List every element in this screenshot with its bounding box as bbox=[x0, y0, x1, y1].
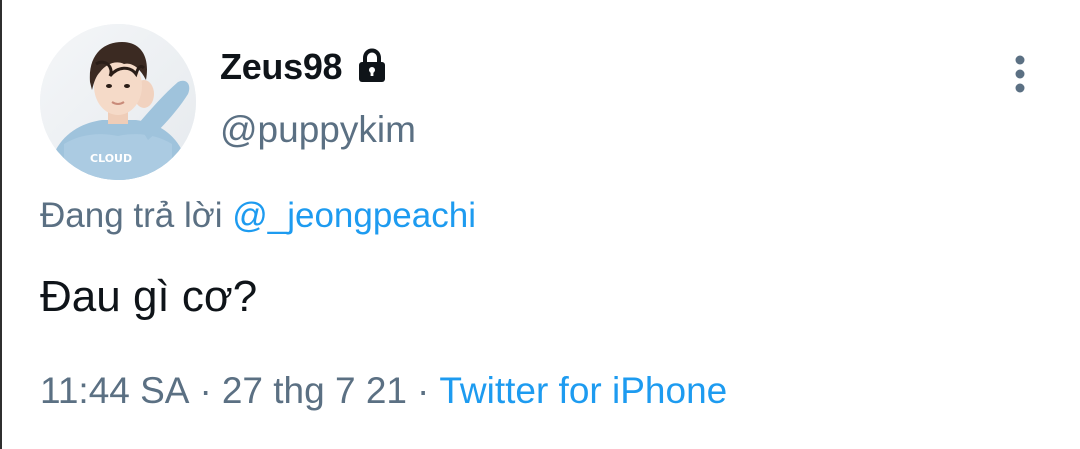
tweet-card: CLOUD Zeus98 @puppykim Đang trả lời @_je… bbox=[0, 0, 1080, 449]
replying-to-label: Đang trả lời bbox=[40, 196, 223, 235]
display-name: Zeus98 bbox=[220, 46, 343, 87]
tweet-text: Đau gì cơ? bbox=[40, 272, 258, 321]
reply-mention-link[interactable]: @_jeongpeachi bbox=[232, 196, 476, 235]
tweet-time[interactable]: 11:44 SA bbox=[40, 370, 189, 411]
meta-separator: · bbox=[416, 370, 430, 411]
svg-text:CLOUD: CLOUD bbox=[90, 152, 132, 165]
lock-icon bbox=[352, 45, 392, 85]
profile-photo-icon: CLOUD bbox=[40, 24, 196, 180]
avatar[interactable]: CLOUD bbox=[40, 24, 196, 180]
author-name-row[interactable]: Zeus98 bbox=[220, 42, 392, 92]
tweet-metadata: 11:44 SA · 27 thg 7 21 · Twitter for iPhone bbox=[40, 370, 727, 412]
tweet-date[interactable]: 27 thg 7 21 bbox=[222, 370, 407, 411]
tweet-source-link[interactable]: Twitter for iPhone bbox=[439, 370, 727, 411]
meta-separator: · bbox=[199, 370, 212, 411]
replying-to: Đang trả lời @_jeongpeachi bbox=[40, 196, 476, 236]
author-handle[interactable]: @puppykim bbox=[220, 109, 416, 151]
more-vertical-icon[interactable] bbox=[1002, 52, 1038, 96]
